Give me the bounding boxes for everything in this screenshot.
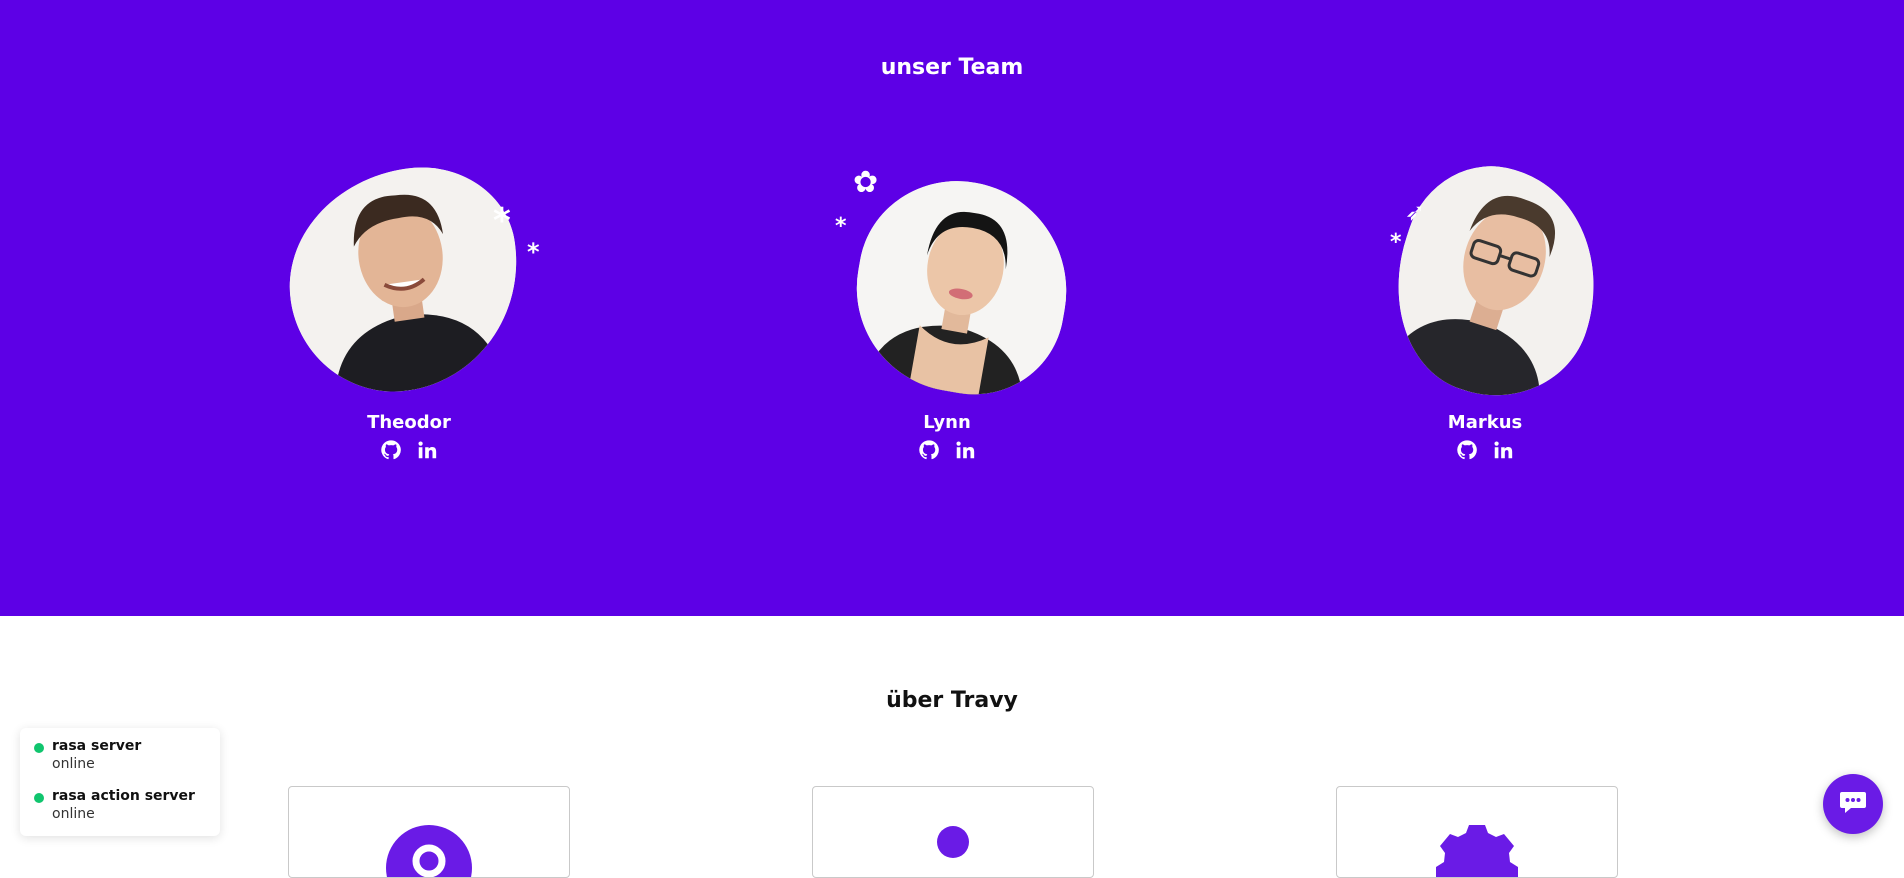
member-photo-wrap: ➶ *: [1335, 144, 1635, 421]
portrait-illustration: [274, 155, 534, 405]
location-pin-icon: [386, 825, 472, 877]
sparkle-icon: *: [835, 214, 847, 239]
member-photo: [1367, 144, 1627, 421]
member-photo: [274, 155, 534, 405]
cursor-icon: ➶: [1405, 198, 1426, 226]
member-name: Lynn: [923, 412, 971, 433]
sparkle-icon: *: [1390, 230, 1402, 255]
about-card: [1336, 786, 1618, 878]
status-item-rasa-server: rasa server online: [34, 738, 142, 772]
member-socials: [259, 439, 559, 461]
person-icon: [936, 825, 970, 869]
team-member-theodor: * * Theodor: [259, 155, 559, 461]
about-title: über Travy: [886, 688, 1018, 713]
about-card: [812, 786, 1094, 878]
server-status-panel: rasa server online rasa action server on…: [20, 728, 220, 836]
chat-button[interactable]: [1823, 774, 1883, 834]
linkedin-icon[interactable]: [1492, 439, 1514, 461]
gear-icon: [1432, 825, 1522, 877]
sparkle-icon: *: [493, 201, 511, 241]
github-icon[interactable]: [1456, 439, 1478, 461]
status-name: rasa server: [52, 738, 142, 754]
flower-icon: ✿: [853, 165, 879, 200]
github-icon[interactable]: [380, 439, 402, 461]
portrait-illustration: [1367, 144, 1627, 421]
status-online-dot: [34, 743, 44, 753]
member-photo-wrap: ✿ *: [797, 160, 1097, 409]
team-section: unser Team * * Theodor ✿ * Lynn ➶ * Mark…: [0, 0, 1904, 616]
member-photo-wrap: * *: [259, 155, 559, 405]
team-member-lynn: ✿ * Lynn: [797, 160, 1097, 461]
linkedin-icon[interactable]: [954, 439, 976, 461]
status-item-rasa-action-server: rasa action server online: [34, 788, 195, 822]
github-icon[interactable]: [918, 439, 940, 461]
team-title: unser Team: [880, 55, 1024, 80]
status-state: online: [52, 806, 95, 822]
about-card: [288, 786, 570, 878]
member-name: Markus: [1447, 412, 1523, 433]
team-member-markus: ➶ * Markus: [1335, 144, 1635, 461]
portrait-illustration: [840, 165, 1084, 409]
member-socials: [1335, 439, 1635, 461]
status-name: rasa action server: [52, 788, 195, 804]
sparkle-icon: *: [527, 238, 540, 266]
member-name: Theodor: [367, 412, 451, 433]
member-socials: [797, 439, 1097, 461]
linkedin-icon[interactable]: [416, 439, 438, 461]
chat-bubble-icon: [1839, 790, 1867, 818]
member-photo: [840, 165, 1084, 409]
status-online-dot: [34, 793, 44, 803]
status-state: online: [52, 756, 95, 772]
